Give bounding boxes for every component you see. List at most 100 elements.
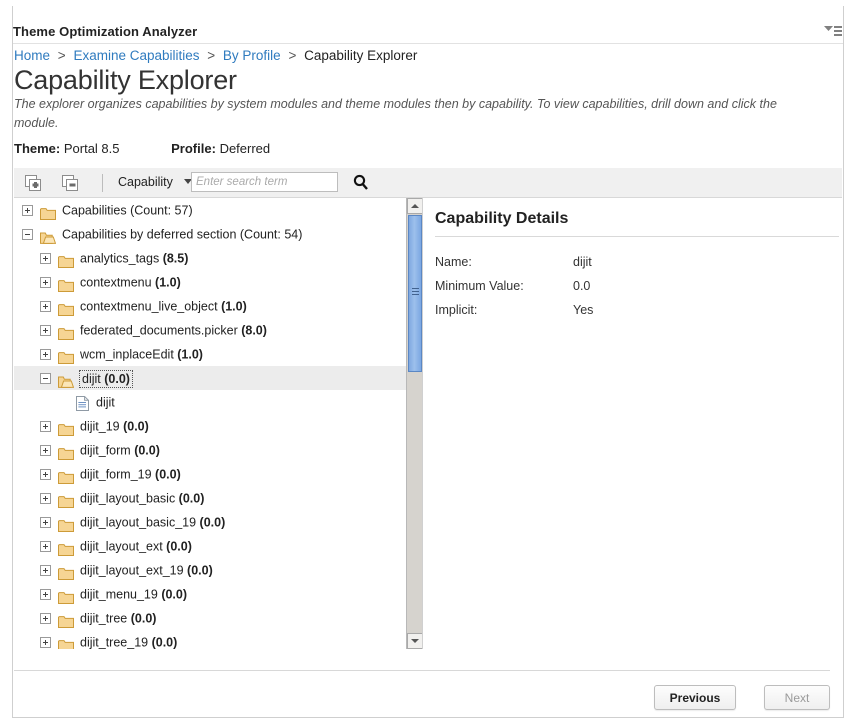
tree-row-value: (0.0) <box>187 563 213 578</box>
tree-row-value: (0.0) <box>178 491 205 506</box>
tree-row[interactable]: dijit_layout_basic (0.0) <box>14 486 406 510</box>
tree-row[interactable]: dijit_menu_19 (0.0) <box>14 582 406 606</box>
tree-row[interactable]: wcm_inplaceEdit (1.0) <box>14 342 406 366</box>
expand-node-icon[interactable] <box>40 613 51 625</box>
capability-details-panel: Capability Details Name: dijit Minimum V… <box>435 198 839 649</box>
folder-closed-icon <box>58 612 74 629</box>
tree-row[interactable]: dijit_form_19 (0.0) <box>14 462 406 486</box>
expand-node-icon[interactable] <box>40 349 51 361</box>
tree-row[interactable]: Capabilities by deferred section (Count:… <box>14 222 406 246</box>
tree-row-label: dijit_form_19 (0.0) <box>80 467 181 482</box>
footer-divider <box>14 670 830 671</box>
folder-closed-icon <box>58 420 74 437</box>
breadcrumb: Home > Examine Capabilities > By Profile… <box>14 48 417 63</box>
document-icon <box>76 395 89 412</box>
expand-node-icon[interactable] <box>40 637 51 649</box>
tree-row[interactable]: dijit_19 (0.0) <box>14 414 406 438</box>
expand-all-icon[interactable] <box>25 175 42 191</box>
expand-node-icon[interactable] <box>40 301 51 313</box>
tree-row-value: (1.0) <box>177 347 203 362</box>
expand-node-icon[interactable] <box>22 205 33 217</box>
expand-node-icon[interactable] <box>40 565 51 577</box>
tree-row[interactable]: dijit (0.0) <box>14 366 406 390</box>
detail-row-implicit: Implicit: Yes <box>435 303 839 317</box>
filter-menu-icon[interactable] <box>824 25 842 39</box>
next-button[interactable]: Next <box>764 685 830 710</box>
tree-row-label: dijit_19 (0.0) <box>80 419 149 434</box>
folder-closed-icon <box>58 564 74 581</box>
details-heading: Capability Details <box>435 198 839 237</box>
tree-row[interactable]: federated_documents.picker (8.0) <box>14 318 406 342</box>
tree-row[interactable]: Capabilities (Count: 57) <box>14 198 406 222</box>
detail-row-minimum-value: Minimum Value: 0.0 <box>435 279 839 293</box>
detail-value: Yes <box>573 303 594 317</box>
expand-node-icon[interactable] <box>40 493 51 505</box>
theme-value: Portal 8.5 <box>63 141 120 156</box>
scroll-up-arrow-icon[interactable] <box>407 198 422 214</box>
expand-node-icon[interactable] <box>40 325 51 337</box>
capability-filter-dropdown[interactable]: Capability <box>118 175 193 189</box>
tree-row[interactable]: dijit_tree (0.0) <box>14 606 406 630</box>
search-input[interactable] <box>191 172 338 192</box>
tree-row-label: federated_documents.picker (8.0) <box>80 323 267 338</box>
tree-row[interactable]: dijit_layout_ext (0.0) <box>14 534 406 558</box>
tree-row[interactable]: contextmenu (1.0) <box>14 270 406 294</box>
tree-row-label: Capabilities (Count: 57) <box>62 203 193 218</box>
expand-node-icon[interactable] <box>40 541 51 553</box>
expand-node-icon[interactable] <box>40 445 51 457</box>
folder-open-icon <box>40 228 57 245</box>
folder-closed-icon <box>58 636 74 649</box>
search-icon[interactable] <box>353 174 369 191</box>
tree-row[interactable]: dijit_layout_ext_19 (0.0) <box>14 558 406 582</box>
tree-row-value: (0.0) <box>123 419 149 434</box>
toolbar-divider <box>102 174 103 192</box>
breadcrumb-item-by-profile[interactable]: By Profile <box>223 48 281 63</box>
theme-meta: Theme: Portal 8.5 <box>14 141 120 156</box>
collapse-node-icon[interactable] <box>22 229 33 241</box>
collapse-all-icon[interactable] <box>62 175 79 191</box>
tree-row[interactable]: dijit_tree_19 (0.0) <box>14 630 406 649</box>
tree-row-value: (0.0) <box>155 467 181 482</box>
scrollbar-thumb[interactable] <box>408 215 422 372</box>
expand-node-icon[interactable] <box>40 517 51 529</box>
tree-row-value: (0.0) <box>161 587 188 602</box>
expand-node-icon[interactable] <box>40 277 51 289</box>
folder-closed-icon <box>58 588 74 605</box>
breadcrumb-separator: > <box>288 48 297 63</box>
expand-node-icon[interactable] <box>40 469 51 481</box>
capability-explorer-page: Theme Optimization Analyzer Home > Exami… <box>0 0 856 728</box>
tree-row[interactable]: analytics_tags (8.5) <box>14 246 406 270</box>
tree-row-value: (0.0) <box>134 443 160 458</box>
breadcrumb-separator: > <box>207 48 216 63</box>
capability-filter-label: Capability <box>118 175 173 189</box>
expand-node-icon[interactable] <box>40 589 51 601</box>
profile-value: Deferred <box>219 141 271 156</box>
breadcrumb-item-examine-capabilities[interactable]: Examine Capabilities <box>73 48 199 63</box>
tree-row-value: (0.0) <box>151 635 178 649</box>
page-description: The explorer organizes capabilities by s… <box>14 97 777 130</box>
previous-button[interactable]: Previous <box>654 685 736 710</box>
tree-row[interactable]: dijit_layout_basic_19 (0.0) <box>14 510 406 534</box>
tree-row[interactable]: contextmenu_live_object (1.0) <box>14 294 406 318</box>
scrollbar-grip-icon <box>412 288 419 295</box>
detail-label: Name: <box>435 255 472 269</box>
folder-closed-icon <box>58 252 74 269</box>
folder-closed-icon <box>58 468 74 485</box>
page-title: Capability Explorer <box>14 65 237 95</box>
collapse-node-icon[interactable] <box>40 373 51 385</box>
profile-label: Profile: <box>171 141 216 156</box>
tree-row[interactable]: dijit <box>14 390 406 414</box>
detail-label: Minimum Value: <box>435 279 524 293</box>
tree-row-label: dijit_menu_19 (0.0) <box>80 587 188 602</box>
scroll-down-arrow-icon[interactable] <box>407 633 422 649</box>
tree-row-label: dijit_tree_19 (0.0) <box>80 635 178 649</box>
breadcrumb-separator: > <box>57 48 66 63</box>
expand-node-icon[interactable] <box>40 421 51 433</box>
tree-scrollbar[interactable] <box>406 198 422 649</box>
detail-label: Implicit: <box>435 303 478 317</box>
tree-row[interactable]: dijit_form (0.0) <box>14 438 406 462</box>
breadcrumb-item-home[interactable]: Home <box>14 48 50 63</box>
folder-open-icon <box>58 372 75 389</box>
folder-closed-icon <box>58 492 74 509</box>
expand-node-icon[interactable] <box>40 253 51 265</box>
